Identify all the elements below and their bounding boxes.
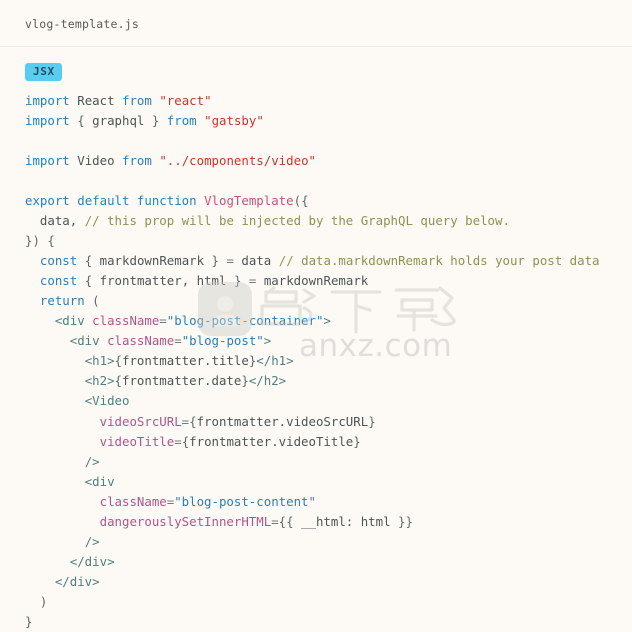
code-line: <div className="blog-post-container">: [54, 313, 331, 329]
code-line: videoTitle={frontmatter.videoTitle}: [99, 433, 361, 449]
code-content[interactable]: import React from "react" import { graph…: [0, 85, 632, 632]
code-line: </div>: [69, 553, 115, 569]
code-line: }: [25, 613, 33, 629]
code-line: data, // this prop will be injected by t…: [39, 213, 510, 229]
code-line: dangerouslySetInnerHTML={{ __html: html …: [99, 513, 413, 529]
language-badge-row: JSX: [0, 60, 632, 85]
code-line: }) {: [25, 233, 55, 249]
code-line: const { markdownRemark } = data // data.…: [39, 253, 600, 269]
code-line: export default function VlogTemplate({: [25, 193, 309, 209]
code-line: <div className="blog-post">: [69, 333, 272, 349]
code-line: videoSrcURL={frontmatter.videoSrcURL}: [99, 413, 376, 429]
code-line: <div: [84, 473, 115, 489]
code-line: return (: [39, 293, 100, 309]
code-line: import Video from "../components/video": [25, 153, 316, 169]
code-line: className="blog-post-content": [99, 493, 316, 509]
code-line: <h1>{frontmatter.title}</h1>: [84, 353, 294, 369]
code-line: import React from "react": [25, 93, 212, 108]
code-line: />: [84, 453, 100, 469]
document-header: vlog-template.js: [0, 0, 632, 47]
code-snippet-page: vlog-template.js JSX import React from "…: [0, 0, 632, 632]
code-line: <h2>{frontmatter.date}</h2>: [84, 373, 287, 389]
file-name-label: vlog-template.js: [25, 17, 139, 31]
code-block: JSX import React from "react" import { g…: [0, 47, 632, 632]
language-badge-jsx: JSX: [25, 63, 62, 81]
code-line: </div>: [54, 573, 100, 589]
code-line: import { graphql } from "gatsby": [25, 113, 264, 129]
code-line: />: [84, 533, 100, 549]
code-line: <Video: [84, 393, 130, 409]
code-line: const { frontmatter, html } = markdownRe…: [39, 273, 369, 289]
code-line: ): [39, 593, 48, 609]
